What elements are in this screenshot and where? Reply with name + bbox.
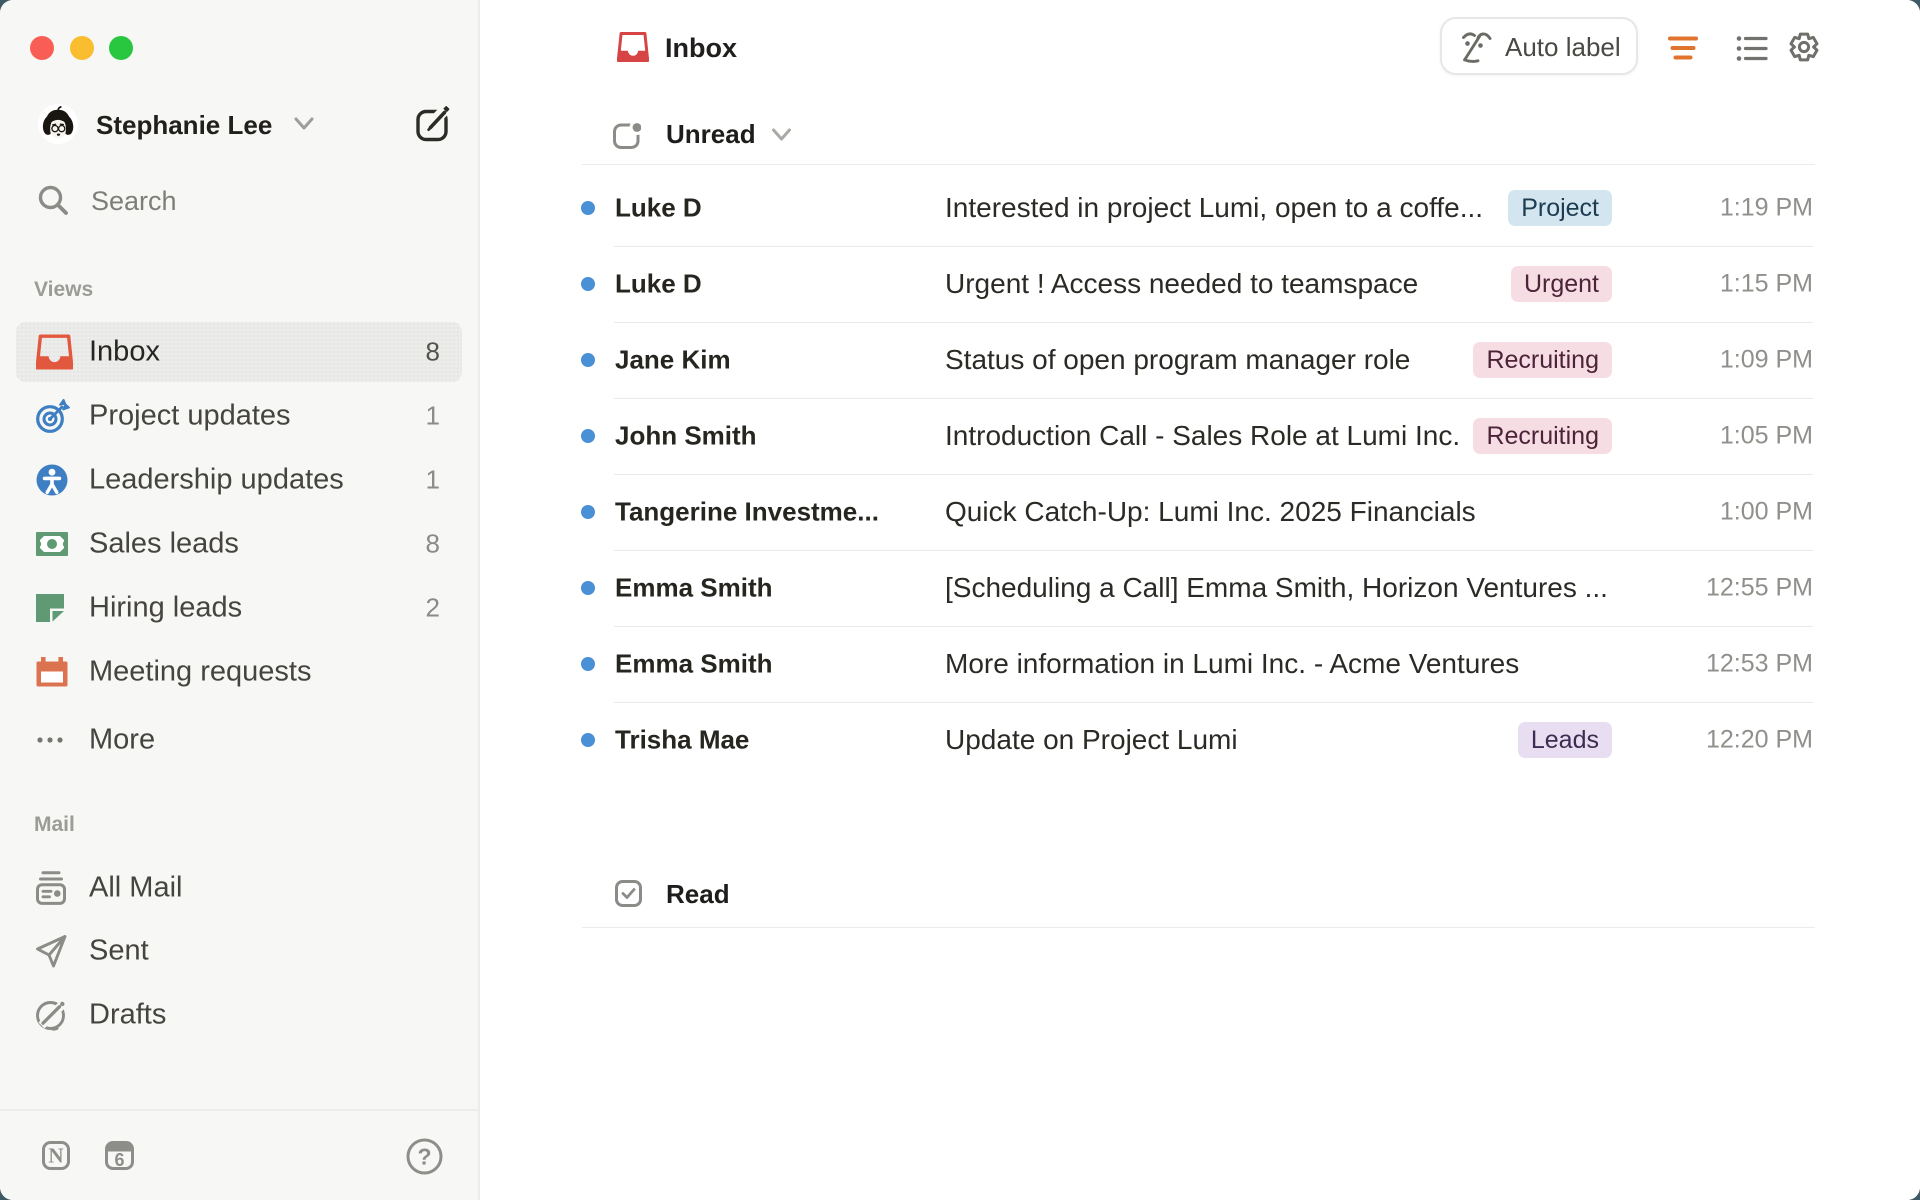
svg-text:N: N [48, 1144, 63, 1168]
svg-text:6: 6 [114, 1150, 124, 1170]
svg-text:?: ? [417, 1144, 431, 1170]
